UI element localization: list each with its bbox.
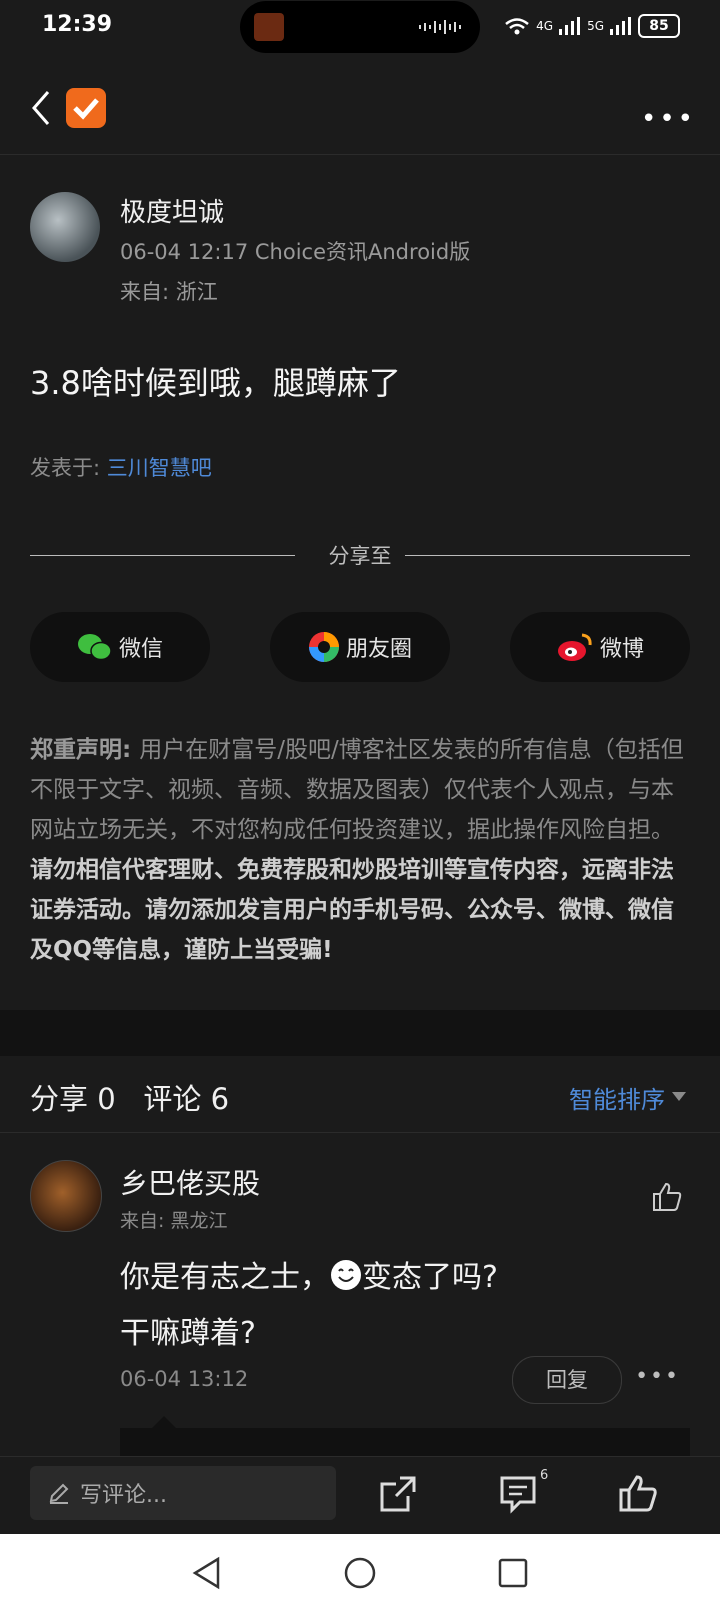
divider-line-right (405, 555, 690, 556)
game-app-icon (254, 13, 284, 41)
dynamic-island (240, 1, 480, 53)
forum-link[interactable]: 三川智慧吧 (107, 456, 212, 480)
share-count: 0 (97, 1082, 116, 1116)
system-nav-bar (0, 1534, 720, 1612)
reply-button[interactable]: 回复 (512, 1356, 622, 1404)
like-thumb-icon[interactable] (618, 1474, 658, 1514)
signal-icon (559, 17, 581, 35)
audio-wave-icon (419, 20, 461, 34)
back-arrow-icon[interactable] (30, 90, 52, 126)
weibo-icon (557, 633, 592, 661)
wifi-icon (505, 18, 529, 35)
smile-emoji-icon (331, 1260, 361, 1290)
share-weibo-label: 微博 (599, 637, 644, 662)
nav-back-icon[interactable] (190, 1556, 224, 1590)
disclaimer-text: 郑重声明: 用户在财富号/股吧/博客社区发表的所有信息（包括但不限于文字、视频、… (30, 730, 695, 970)
pencil-icon (49, 1483, 69, 1504)
share-wechat-label: 微信 (118, 637, 163, 662)
comment-more-icon[interactable]: ••• (635, 1364, 680, 1389)
comment-text-line2: 干嘛蹲着? (120, 1316, 256, 1351)
disclaimer-warning: 请勿相信代客理财、免费荐股和炒股培训等宣传内容，远离非法证券活动。请勿添加发言用… (30, 857, 674, 963)
nav-home-icon[interactable] (343, 1556, 377, 1590)
share-export-icon[interactable] (378, 1474, 418, 1514)
comment-icon[interactable] (498, 1474, 538, 1514)
wechat-icon (77, 634, 112, 661)
post-content: 3.8啥时候到哦，腿蹲麻了 (30, 364, 401, 402)
posted-in-label: 发表于: (30, 456, 107, 480)
write-comment-placeholder: 写评论... (80, 1483, 167, 1508)
caret-down-icon[interactable] (672, 1092, 686, 1101)
app-logo-check-icon (66, 88, 106, 128)
reply-box-notch (152, 1416, 176, 1428)
share-weibo-button[interactable]: 微博 (510, 612, 690, 682)
share-wechat-button[interactable]: 微信 (30, 612, 210, 682)
sort-dropdown[interactable]: 智能排序 (569, 1080, 665, 1115)
stats-bar: 分享 0 评论 6 (30, 1076, 229, 1118)
comment-count: 6 (210, 1082, 230, 1116)
status-icons: 4G 5G 85 (504, 14, 680, 38)
comment-count-badge: 6 (540, 1468, 549, 1483)
share-stat-label: 分享 (30, 1082, 89, 1116)
commenter-avatar[interactable] (30, 1160, 102, 1232)
post-meta: 06-04 12:17 Choice资讯Android版 (120, 240, 471, 264)
comment-text-part1: 你是有志之士， (120, 1260, 330, 1295)
divider-line-left (30, 555, 295, 556)
author-avatar[interactable] (30, 192, 100, 262)
battery-indicator: 85 (638, 14, 680, 38)
like-thumb-icon[interactable] (650, 1180, 684, 1214)
network-4g-label: 4G (536, 19, 554, 33)
share-moments-label: 朋友圈 (345, 637, 412, 662)
commenter-location: 来自: 黑龙江 (120, 1210, 228, 1232)
share-divider: 分享至 (30, 540, 690, 570)
nav-recents-icon[interactable] (496, 1556, 530, 1590)
moments-aperture-icon (308, 632, 339, 662)
author-name[interactable]: 极度坦诚 (120, 192, 224, 229)
share-moments-button[interactable]: 朋友圈 (270, 612, 450, 682)
comment-stat-label: 评论 (143, 1082, 202, 1116)
write-comment-input[interactable]: 写评论... (30, 1466, 336, 1520)
comment-time: 06-04 13:12 (120, 1367, 249, 1391)
posted-in: 发表于: 三川智慧吧 (30, 452, 212, 482)
reply-preview-box (120, 1428, 690, 1458)
commenter-name[interactable]: 乡巴佬买股 (120, 1162, 260, 1202)
signal-icon (610, 17, 631, 35)
share-to-label: 分享至 (328, 544, 392, 568)
section-divider (0, 1010, 720, 1056)
status-time: 12:39 (42, 12, 113, 37)
network-5g-label: 5G (587, 19, 604, 33)
comment-text-part2: 变态了吗? (362, 1260, 498, 1295)
author-location: 来自: 浙江 (120, 280, 218, 304)
stats-divider (0, 1132, 720, 1133)
disclaimer-title: 郑重声明: (30, 737, 140, 763)
comment-text: 你是有志之士， 变态了吗? 干嘛蹲着? (120, 1250, 680, 1362)
more-menu-icon[interactable]: ••• (641, 104, 696, 134)
top-header (0, 58, 720, 155)
